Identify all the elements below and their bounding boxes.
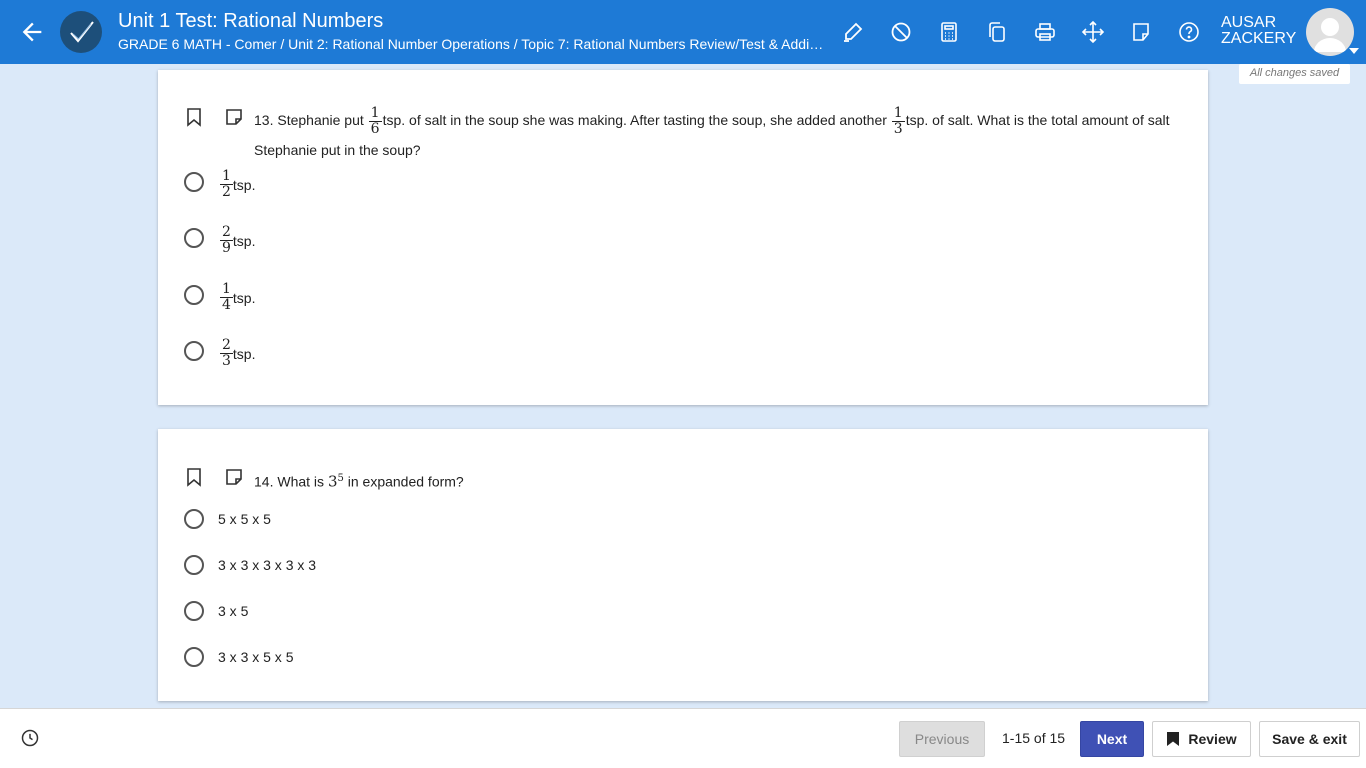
review-button[interactable]: Review	[1152, 721, 1251, 757]
question-text: 14. What is 35 in expanded form?	[254, 466, 464, 495]
save-and-exit-button[interactable]: Save & exit	[1259, 721, 1360, 757]
fraction-numerator: 2	[220, 224, 233, 241]
answer-option[interactable]: 2 9 tsp.	[220, 225, 256, 256]
review-label: Review	[1188, 731, 1237, 747]
option-unit: tsp.	[232, 345, 256, 362]
bookmark-icon[interactable]	[185, 107, 203, 127]
fraction: 29	[220, 225, 233, 256]
fraction: 14	[220, 282, 233, 313]
breadcrumb: GRADE 6 MATH - Comer / Unit 2: Rational …	[118, 36, 830, 52]
chevron-down-icon[interactable]	[1349, 48, 1359, 54]
answer-option[interactable]: 3 x 5	[218, 603, 248, 619]
fraction-numerator: 1	[891, 105, 905, 122]
answer-option[interactable]: 5 x 5 x 5	[218, 511, 271, 527]
user-first-name: AUSAR	[1221, 14, 1277, 31]
question-card-13: 13. Stephanie put 1 6 tsp. of salt in the …	[158, 70, 1208, 405]
fraction-denominator: 2	[222, 184, 231, 200]
question-text-part: What is	[277, 473, 325, 490]
note-icon[interactable]	[225, 107, 243, 127]
fraction: 13	[891, 105, 905, 137]
question-number: 14.	[254, 473, 274, 490]
answer-option[interactable]: 2 3 tsp.	[220, 338, 256, 369]
help-icon[interactable]	[1177, 20, 1201, 44]
calculator-icon[interactable]	[937, 20, 961, 44]
print-icon[interactable]	[1033, 20, 1057, 44]
answer-radio[interactable]	[184, 341, 204, 361]
option-unit: tsp.	[232, 232, 256, 249]
answer-radio[interactable]	[184, 601, 204, 621]
answer-radio[interactable]	[184, 647, 204, 667]
page-title: Unit 1 Test: Rational Numbers	[118, 10, 384, 32]
fraction: 12	[220, 169, 233, 200]
fraction: 16	[368, 105, 382, 137]
answer-option[interactable]: 3 x 3 x 5 x 5	[218, 649, 293, 665]
note-icon[interactable]	[225, 467, 243, 487]
option-unit: tsp.	[232, 176, 256, 193]
history-clock-icon[interactable]	[20, 728, 40, 748]
answer-radio[interactable]	[184, 172, 204, 192]
fraction-denominator: 3	[893, 121, 903, 137]
question-text-part: tsp. of salt in the soup she was making.…	[382, 112, 887, 129]
user-name[interactable]: AUSAR ZACKERY	[1221, 15, 1296, 47]
fraction-numerator: 1	[368, 105, 382, 122]
answer-option[interactable]: 1 4 tsp.	[220, 282, 256, 313]
sticky-note-icon[interactable]	[1129, 20, 1153, 44]
bookmark-filled-icon	[1167, 732, 1180, 746]
answer-radio[interactable]	[184, 285, 204, 305]
app-logo-icon	[60, 11, 102, 53]
question-text-part: in expanded form?	[347, 473, 464, 490]
answer-option[interactable]: 1 2 tsp.	[220, 169, 256, 200]
highlighter-icon[interactable]	[841, 20, 865, 44]
user-last-name: ZACKERY	[1221, 30, 1297, 47]
fraction-denominator: 4	[222, 297, 231, 313]
previous-button[interactable]: Previous	[899, 721, 985, 757]
fraction-denominator: 6	[370, 121, 380, 137]
fraction-numerator: 2	[220, 337, 233, 354]
back-arrow-icon[interactable]	[18, 18, 46, 46]
fraction-numerator: 1	[220, 168, 233, 185]
fraction-denominator: 9	[222, 240, 231, 256]
copy-icon[interactable]	[985, 20, 1009, 44]
bookmark-icon[interactable]	[185, 467, 203, 487]
save-status: All changes saved	[1239, 64, 1350, 84]
avatar[interactable]	[1306, 8, 1354, 56]
answer-radio[interactable]	[184, 555, 204, 575]
answer-radio[interactable]	[184, 228, 204, 248]
move-icon[interactable]	[1081, 20, 1105, 44]
question-text-part: Stephanie put	[277, 112, 364, 129]
answer-radio[interactable]	[184, 509, 204, 529]
answer-eliminator-icon[interactable]	[889, 20, 913, 44]
answer-option[interactable]: 3 x 3 x 3 x 3 x 3	[218, 557, 316, 573]
question-number: 13.	[254, 112, 274, 129]
page-count: 1-15 of 15	[1002, 730, 1066, 746]
top-bar: Unit 1 Test: Rational Numbers GRADE 6 MA…	[0, 0, 1366, 64]
exponent-power: 5	[337, 473, 344, 484]
fraction: 23	[220, 338, 233, 369]
fraction-numerator: 1	[220, 281, 233, 298]
question-text: 13. Stephanie put 1 6 tsp. of salt in the …	[254, 106, 1184, 163]
question-card-14: 14. What is 35 in expanded form? 5 x 5 x…	[158, 429, 1208, 701]
footer-bar: Previous 1-15 of 15 Next Review Save & e…	[0, 708, 1366, 768]
next-button[interactable]: Next	[1080, 721, 1144, 757]
fraction-denominator: 3	[222, 353, 231, 369]
option-unit: tsp.	[232, 289, 256, 306]
